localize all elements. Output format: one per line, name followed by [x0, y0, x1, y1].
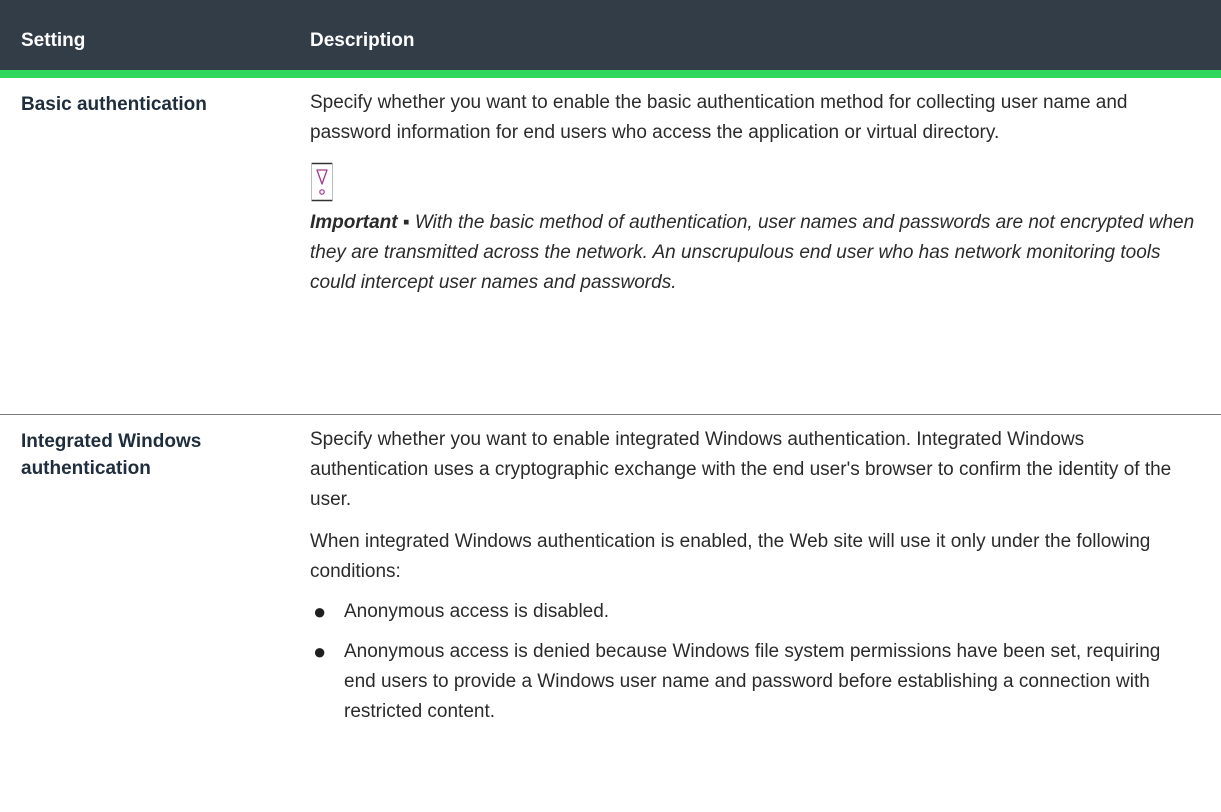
important-text: With the basic method of authentication,… [310, 212, 1195, 293]
list-item: ● Anonymous access is denied because Win… [310, 637, 1197, 727]
description-cell: Specify whether you want to enable integ… [310, 415, 1221, 727]
settings-table: Setting Description Basic authentication… [0, 0, 1221, 727]
table-header: Setting Description [0, 0, 1221, 78]
bullet-icon: ● [313, 639, 327, 664]
description-paragraph: When integrated Windows authentication i… [310, 531, 1151, 582]
setting-name-line: Basic authentication [21, 94, 207, 115]
setting-name-line: Integrated Windows [21, 431, 202, 452]
setting-name-line: authentication [21, 458, 151, 479]
description-paragraph: Specify whether you want to enable the b… [310, 92, 1128, 143]
setting-name: Integrated Windows authentication [0, 415, 310, 727]
list-item-text: Anonymous access is disabled. [344, 601, 610, 622]
header-setting: Setting [21, 30, 86, 51]
list-item-text: Anonymous access is denied because Windo… [344, 641, 1161, 722]
setting-name: Basic authentication [0, 78, 310, 414]
description-cell: Specify whether you want to enable the b… [310, 78, 1221, 414]
bullet-icon: ● [313, 599, 327, 624]
important-label: Important ▪ [310, 212, 410, 233]
conditions-list: ● Anonymous access is disabled. ● Anonym… [310, 597, 1197, 727]
description-paragraph: Specify whether you want to enable integ… [310, 429, 1172, 510]
important-note: Important ▪ With the basic method of aut… [310, 208, 1197, 298]
list-item: ● Anonymous access is disabled. [310, 597, 1197, 627]
table-row: Basic authentication Specify whether you… [0, 78, 1221, 415]
table-row: Integrated Windows authentication Specif… [0, 415, 1221, 727]
header-description: Description [310, 30, 415, 51]
important-note-icon [310, 162, 334, 202]
